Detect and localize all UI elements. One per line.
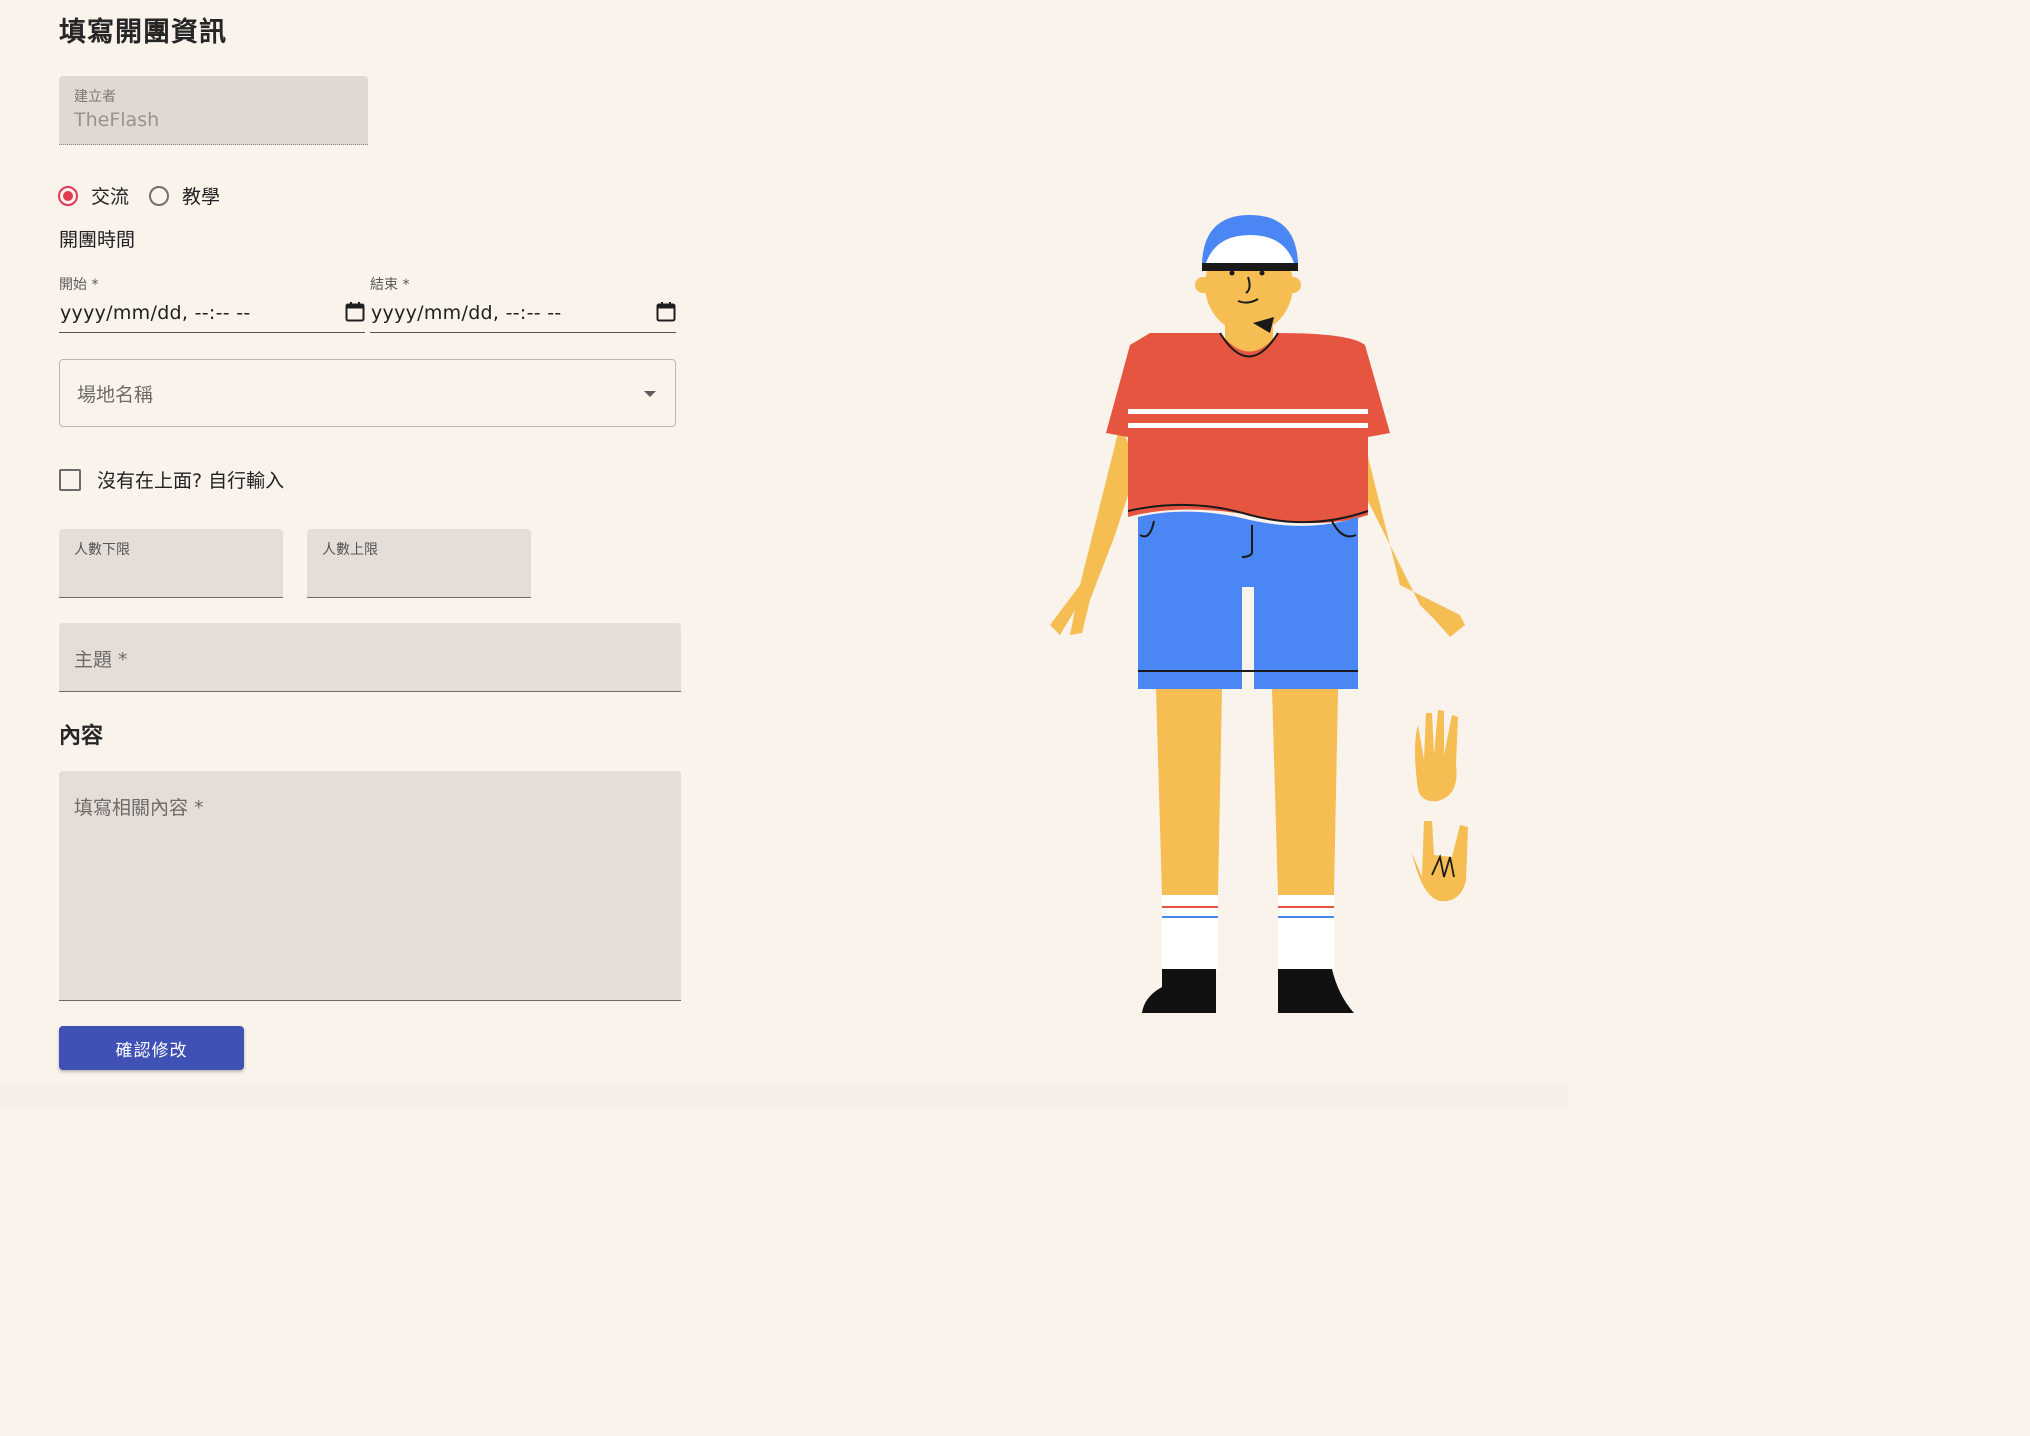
content-section-label: 內容 (59, 724, 104, 749)
type-radio-group: 交流 教學 (58, 182, 240, 209)
confirm-edit-button[interactable]: 確認修改 (59, 1026, 244, 1070)
calendar-icon[interactable] (656, 301, 676, 323)
start-datetime-label: 開始 * (59, 277, 99, 293)
min-people-label: 人數下限 (74, 542, 130, 558)
custom-venue-checkbox[interactable] (59, 468, 81, 491)
radio-exchange-label: 交流 (91, 186, 130, 208)
creator-field-label: 建立者 (74, 89, 116, 105)
content-textarea[interactable]: 填寫相關內容 * (59, 771, 681, 1001)
custom-venue-label: 沒有在上面? 自行輸入 (97, 470, 285, 492)
radio-teaching[interactable]: 教學 (149, 182, 220, 209)
venue-select[interactable]: 場地名稱 (59, 359, 676, 427)
radio-unchecked-icon[interactable] (149, 185, 170, 206)
custom-venue-checkbox-row[interactable]: 沒有在上面? 自行輸入 (59, 466, 284, 493)
radio-teaching-label: 教學 (182, 186, 221, 208)
min-people-field[interactable]: 人數下限 (59, 529, 283, 598)
start-datetime-value[interactable]: yyyy/mm/dd, --:-- -- (60, 302, 251, 324)
radio-checked-icon[interactable] (58, 185, 78, 206)
subject-placeholder: 主題 * (74, 649, 128, 671)
page-title: 填寫開團資訊 (59, 17, 227, 48)
creator-field: 建立者 TheFlash (59, 76, 368, 145)
calendar-icon[interactable] (345, 301, 365, 323)
start-datetime-field[interactable]: 開始 * yyyy/mm/dd, --:-- -- (59, 272, 365, 333)
schedule-section-label: 開團時間 (59, 229, 136, 251)
end-datetime-label: 結束 * (370, 277, 410, 293)
venue-select-placeholder: 場地名稱 (77, 384, 154, 406)
subject-field[interactable]: 主題 * (59, 623, 681, 692)
person-illustration (1050, 215, 1468, 1013)
content-placeholder: 填寫相關內容 * (74, 797, 204, 819)
max-people-field[interactable]: 人數上限 (307, 529, 531, 598)
page-footer-strip (0, 1082, 1568, 1109)
end-datetime-field[interactable]: 結束 * yyyy/mm/dd, --:-- -- (370, 272, 676, 333)
dropdown-arrow-icon[interactable] (644, 391, 656, 397)
creator-field-value: TheFlash (74, 109, 160, 131)
radio-exchange[interactable]: 交流 (58, 182, 129, 209)
max-people-label: 人數上限 (322, 542, 378, 558)
end-datetime-value[interactable]: yyyy/mm/dd, --:-- -- (371, 302, 562, 324)
